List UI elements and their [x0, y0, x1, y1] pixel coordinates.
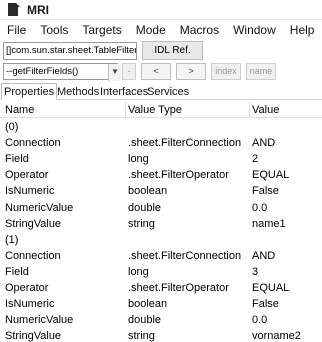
cell-value: False	[252, 298, 279, 311]
document-icon	[8, 2, 20, 17]
cell-value-type	[128, 119, 246, 135]
cell-value-type: string	[128, 330, 155, 342]
table-row[interactable]: IsNumeric boolean False	[0, 296, 322, 312]
cell-value-type: double	[128, 314, 162, 327]
cell-name: (0)	[5, 121, 19, 133]
cell-name: IsNumeric	[5, 185, 55, 198]
cell-value: AND	[252, 249, 276, 262]
go-button[interactable]: -	[122, 63, 136, 80]
cell-name: Operator	[5, 282, 49, 294]
cell-value	[252, 119, 320, 135]
cell-value-type: string	[128, 217, 155, 230]
cell-value: vorname2	[252, 330, 301, 342]
cell-name: StringValue	[5, 330, 62, 342]
tab-bar: Properties Methods Interfaces Services	[0, 83, 322, 100]
name-button[interactable]: name	[246, 63, 276, 80]
cell-value: 0.0	[252, 201, 268, 214]
table-row[interactable]: Field long 3	[0, 264, 322, 280]
table-row[interactable]: (1)	[0, 232, 322, 248]
menu-bar: File Tools Targets Mode Macros Window He…	[0, 20, 322, 41]
cell-name: IsNumeric	[5, 298, 55, 311]
menu-file[interactable]: File	[0, 20, 33, 41]
cell-name: StringValue	[5, 217, 62, 230]
cell-name: NumericValue	[5, 314, 74, 327]
table-row[interactable]: Operator .sheet.FilterOperator EQUAL	[0, 167, 322, 183]
tab-properties[interactable]: Properties	[1, 83, 58, 100]
cell-value: name1	[252, 217, 286, 230]
table-row[interactable]: StringValue string vorname2	[0, 328, 322, 342]
cell-name: Operator	[5, 169, 49, 182]
index-button[interactable]: index	[211, 63, 241, 80]
cell-value-type: long	[128, 265, 149, 278]
cell-value-type: .sheet.FilterConnection	[128, 249, 242, 262]
cell-name: Field	[5, 153, 29, 166]
type-toolbar: []com.sun.star.sheet.TableFilterFiel IDL…	[0, 41, 322, 61]
cell-name: (1)	[5, 233, 19, 246]
table-row[interactable]: Operator .sheet.FilterOperator EQUAL	[0, 280, 322, 296]
cell-value: EQUAL	[252, 282, 290, 294]
cell-value-type	[128, 232, 246, 248]
cell-value: 0.0	[252, 314, 268, 327]
cell-value	[252, 232, 320, 248]
window-title: MRI	[27, 2, 49, 17]
title-bar: MRI	[0, 0, 322, 20]
method-toolbar: --getFilterFields() ▼ - < > index name	[0, 63, 322, 81]
table-row[interactable]: Field long 2	[0, 151, 322, 167]
cell-value: 3	[252, 265, 259, 278]
menu-tools[interactable]: Tools	[33, 20, 75, 41]
menu-macros[interactable]: Macros	[173, 20, 226, 41]
cell-value-type: boolean	[128, 298, 168, 311]
menu-window[interactable]: Window	[226, 20, 283, 41]
cell-value-type: boolean	[128, 185, 168, 198]
table-row[interactable]: IsNumeric boolean False	[0, 183, 322, 199]
menu-mode[interactable]: Mode	[129, 20, 173, 41]
chevron-down-icon[interactable]: ▼	[108, 64, 121, 81]
type-name-field[interactable]: []com.sun.star.sheet.TableFilterFiel	[3, 42, 137, 60]
table-row[interactable]: NumericValue double 0.0	[0, 312, 322, 328]
menu-help[interactable]: Help	[283, 20, 322, 41]
cell-value-type: long	[128, 153, 149, 166]
cell-value: EQUAL	[252, 169, 290, 182]
column-header-value-type[interactable]: Value Type	[128, 102, 246, 118]
method-combo[interactable]: --getFilterFields() ▼	[3, 63, 121, 81]
cell-name: Connection	[5, 249, 61, 262]
tab-methods[interactable]: Methods	[54, 83, 102, 100]
table-row[interactable]: Connection .sheet.FilterConnection AND	[0, 135, 322, 151]
cell-value-type: double	[128, 201, 162, 214]
cell-value-type: .sheet.FilterOperator	[128, 169, 229, 182]
cell-name: Connection	[5, 137, 61, 150]
cell-value: AND	[252, 137, 276, 150]
tab-services[interactable]: Services	[144, 83, 192, 100]
cell-value-type: .sheet.FilterOperator	[128, 282, 229, 294]
menu-targets[interactable]: Targets	[75, 20, 128, 41]
forward-button[interactable]: >	[176, 63, 206, 80]
cell-value: 2	[252, 153, 259, 166]
properties-table: Name Value Type Value (0) Connection .shee…	[0, 100, 322, 342]
cell-value-type: .sheet.FilterConnection	[128, 137, 242, 150]
table-row[interactable]: Connection .sheet.FilterConnection AND	[0, 248, 322, 264]
idl-ref-button[interactable]: IDL Ref.	[142, 41, 203, 60]
cell-value: False	[252, 185, 279, 198]
table-row[interactable]: NumericValue double 0.0	[0, 200, 322, 216]
method-combo-value: --getFilterFields()	[6, 66, 79, 77]
column-header-value[interactable]: Value	[252, 102, 320, 118]
table-row[interactable]: StringValue string name1	[0, 216, 322, 232]
cell-name: NumericValue	[5, 201, 74, 214]
table-header: Name Value Type Value	[0, 102, 322, 118]
table-row[interactable]: (0)	[0, 119, 322, 135]
cell-name: Field	[5, 265, 29, 278]
back-button[interactable]: <	[141, 63, 171, 80]
column-header-name[interactable]: Name	[5, 102, 123, 118]
